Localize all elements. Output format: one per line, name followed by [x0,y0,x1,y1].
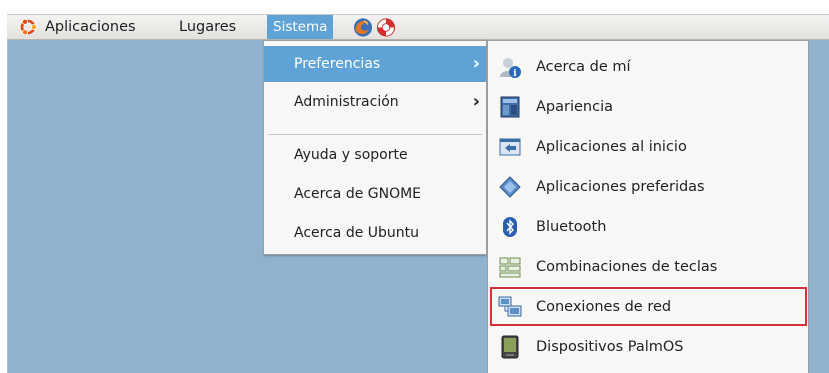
pref-item-label: Bluetooth [536,219,607,235]
preferred-apps-icon [499,176,521,198]
help-lifebuoy-icon[interactable] [375,17,397,38]
pref-item-aplicaciones-preferidas[interactable]: Aplicaciones preferidas [488,167,808,207]
chevron-right-icon: › [472,91,480,112]
pref-item-label: Dispositivos PalmOS [536,339,684,355]
pref-item-bluetooth[interactable]: Bluetooth [488,207,808,247]
pref-item-label: Apariencia [536,99,613,115]
menu-item-preferencias[interactable]: Preferencias › [264,46,486,82]
menu-separator [268,134,482,135]
svg-text:i: i [513,69,517,79]
pref-item-label: Combinaciones de teclas [536,259,718,275]
pref-item-dispositivos-palmos[interactable]: Dispositivos PalmOS [488,327,808,367]
sistema-menu: Preferencias › Administración › Ayuda y … [263,40,487,255]
about-me-icon: i [500,58,521,79]
menu-lugares[interactable]: Lugares [179,15,236,39]
chevron-right-icon: › [472,53,480,74]
ubuntu-logo-icon[interactable] [19,18,37,36]
pref-item-aplicaciones-inicio[interactable]: Aplicaciones al inicio [488,127,808,167]
highlight-box-conexiones-red [490,287,807,326]
top-panel: Aplicaciones Lugares Sistema [7,14,829,40]
bluetooth-icon [503,217,517,237]
palmos-icon [501,335,519,359]
pref-item-label: Aplicaciones preferidas [536,179,705,195]
menu-item-acerca-ubuntu[interactable]: Acerca de Ubuntu [264,215,486,251]
appearance-icon [500,96,520,118]
menu-item-administracion[interactable]: Administración › [264,84,486,120]
menu-item-label: Ayuda y soporte [294,147,408,163]
menu-item-label: Preferencias [294,56,381,72]
pref-item-label: Aplicaciones al inicio [536,139,687,155]
startup-apps-icon [499,138,521,156]
menu-item-acerca-gnome[interactable]: Acerca de GNOME [264,176,486,212]
menu-item-label: Acerca de Ubuntu [294,225,420,241]
menu-item-label: Administración [294,94,399,110]
menu-sistema[interactable]: Sistema [267,15,334,39]
menu-item-ayuda[interactable]: Ayuda y soporte [264,137,486,173]
menu-item-label: Acerca de GNOME [294,186,422,202]
pref-item-label: Acerca de mí [536,59,631,75]
pref-item-acerca-de-mi[interactable]: i Acerca de mí [488,47,808,87]
pref-item-combinaciones-teclas[interactable]: Combinaciones de teclas [488,247,808,287]
pref-item-apariencia[interactable]: Apariencia [488,87,808,127]
keyboard-shortcuts-icon [499,257,521,278]
firefox-icon[interactable] [352,17,374,38]
menu-aplicaciones[interactable]: Aplicaciones [45,15,136,39]
